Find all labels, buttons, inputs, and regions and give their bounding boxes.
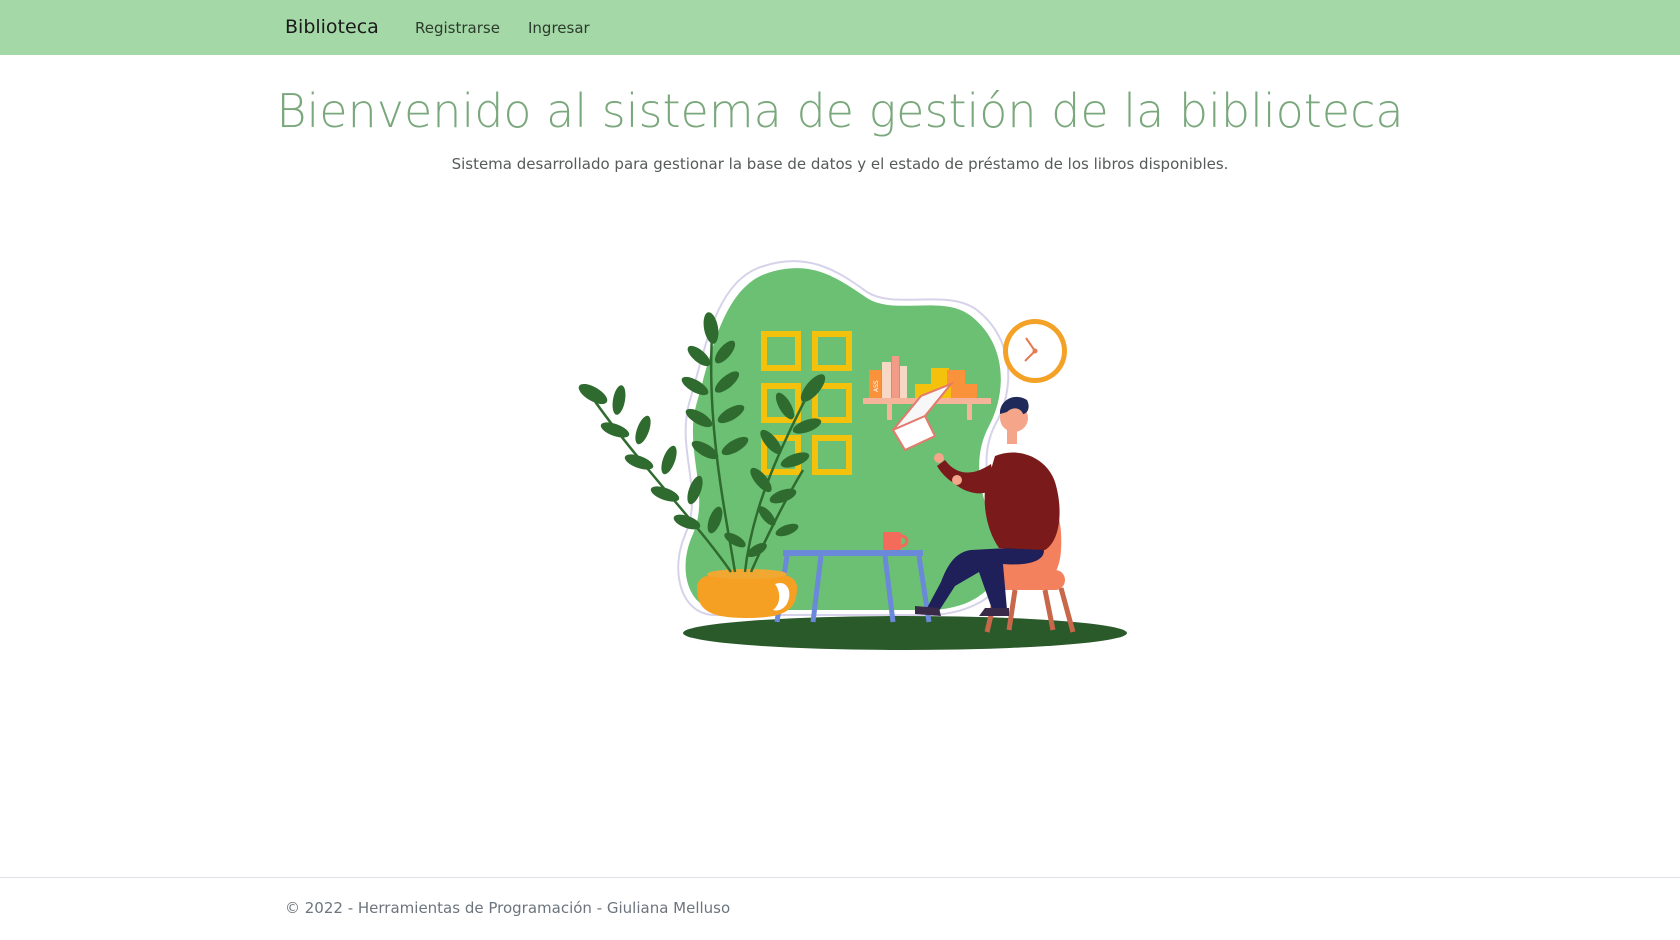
brand-link[interactable]: Biblioteca [285, 16, 379, 38]
page-title: Bienvenido al sistema de gestión de la b… [276, 84, 1404, 138]
nav-link-ingresar[interactable]: Ingresar [528, 19, 590, 37]
nav-link-registrarse[interactable]: Registrarse [415, 19, 500, 37]
top-navbar: Biblioteca Registrarse Ingresar [0, 0, 1680, 55]
footer: © 2022 - Herramientas de Programación - … [0, 877, 1680, 940]
page-subtitle: Sistema desarrollado para gestionar la b… [451, 155, 1229, 173]
footer-copyright: © 2022 - Herramientas de Programación - … [285, 899, 731, 917]
book-spine-text: ASS [873, 380, 880, 392]
person-reading-illustration: ASS [578, 260, 1127, 650]
